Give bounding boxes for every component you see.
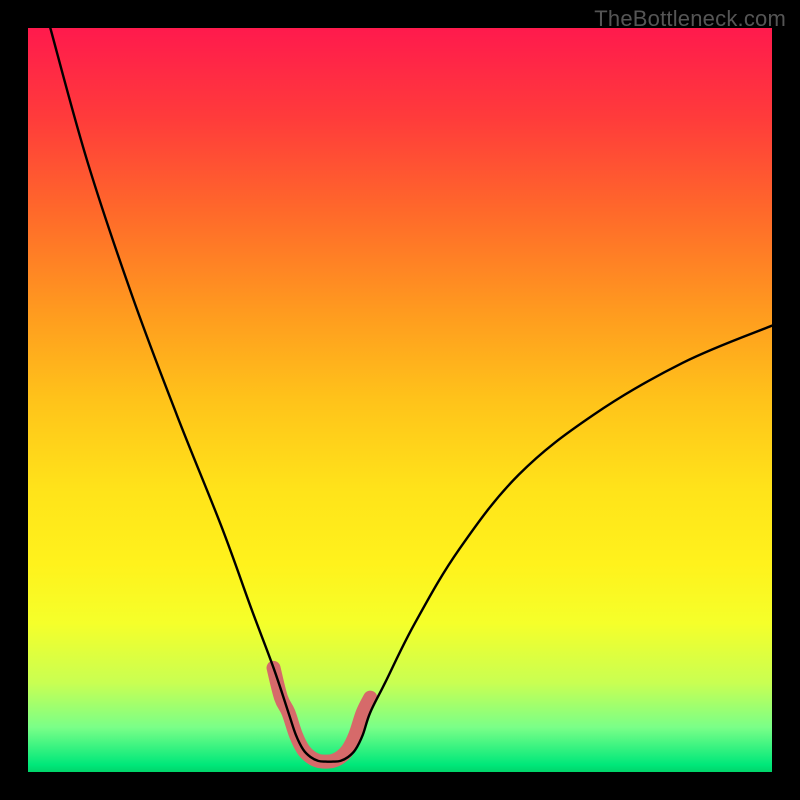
watermark-text: TheBottleneck.com (594, 6, 786, 32)
plot-area (28, 28, 772, 772)
chart-frame: TheBottleneck.com (0, 0, 800, 800)
curve-path (50, 28, 772, 762)
chart-svg (28, 28, 772, 772)
